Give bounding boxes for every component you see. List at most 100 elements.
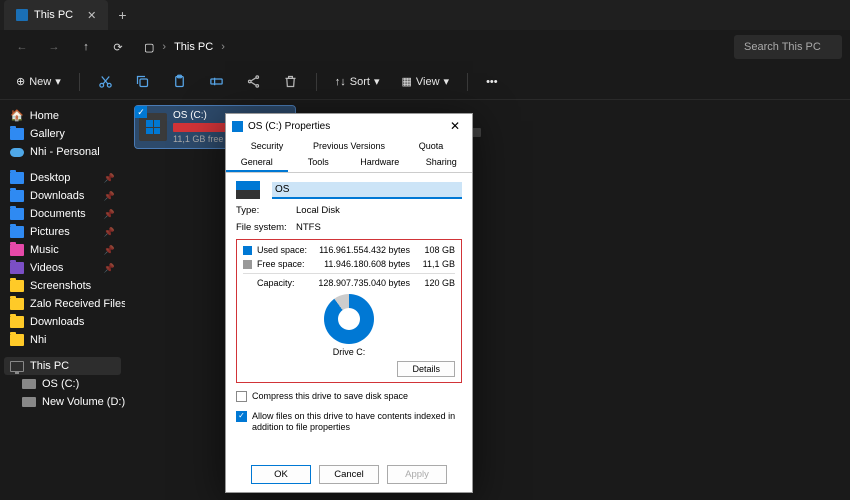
stats-panel: Used space:116.961.554.432 bytes108 GB F… [236, 239, 462, 383]
drive-label: Drive C: [243, 347, 455, 357]
nav-toolbar: ← → ↑ ⟳ ▢ › This PC › Search This PC [0, 30, 850, 64]
capacity-label: Capacity: [257, 278, 312, 288]
sidebar-osc[interactable]: OS (C:) [4, 375, 121, 393]
close-tab-icon[interactable]: ✕ [87, 9, 96, 22]
pin-icon: 📌 [104, 191, 115, 202]
sidebar-pictures[interactable]: Pictures📌 [4, 223, 121, 241]
delete-button[interactable] [277, 70, 304, 93]
dialog-tabs: Security Previous Versions Quota General… [226, 138, 472, 173]
close-button[interactable]: ✕ [444, 117, 466, 135]
gallery-icon [10, 128, 24, 140]
apply-button[interactable]: Apply [387, 465, 447, 484]
search-input[interactable]: Search This PC [734, 35, 842, 59]
used-color-icon [243, 246, 252, 255]
drive-name-input[interactable]: OS [272, 182, 462, 199]
index-option[interactable]: ✓Allow files on this drive to have conte… [236, 411, 462, 434]
details-button[interactable]: Details [397, 361, 455, 377]
pc-icon [10, 361, 24, 372]
folder-icon [10, 244, 24, 256]
tab-hardware[interactable]: Hardware [349, 154, 411, 172]
checkbox-checked-icon[interactable]: ✓ [236, 411, 247, 422]
sidebar-music[interactable]: Music📌 [4, 241, 121, 259]
divider [467, 73, 468, 91]
free-bytes: 11.946.180.608 bytes [317, 259, 410, 269]
free-label: Free space: [257, 259, 312, 269]
cancel-button[interactable]: Cancel [319, 465, 379, 484]
path-segment[interactable]: This PC [174, 41, 213, 53]
free-gb: 11,1 GB [415, 259, 455, 269]
divider [316, 73, 317, 91]
sidebar-desktop[interactable]: Desktop📌 [4, 169, 121, 187]
refresh-button[interactable]: ⟳ [104, 33, 132, 61]
view-menu[interactable]: ▦ View ▾ [395, 71, 455, 92]
free-color-icon [243, 260, 252, 269]
tab-quota[interactable]: Quota [390, 138, 472, 154]
type-label: Type: [236, 205, 296, 216]
folder-icon [10, 208, 24, 220]
drive-icon [232, 121, 243, 132]
type-value: Local Disk [296, 205, 340, 216]
tab-previous-versions[interactable]: Previous Versions [308, 138, 390, 154]
cut-button[interactable] [92, 70, 119, 93]
sidebar-downloads2[interactable]: Downloads [4, 313, 121, 331]
pin-icon: 📌 [104, 209, 115, 220]
sidebar-newvol[interactable]: New Volume (D:) [4, 393, 121, 411]
checkbox-icon[interactable] [236, 391, 247, 402]
back-button[interactable]: ← [8, 33, 36, 61]
sidebar-gallery[interactable]: Gallery [4, 125, 121, 143]
used-gb: 108 GB [415, 245, 455, 255]
pin-icon: 📌 [104, 263, 115, 274]
home-icon: 🏠 [10, 109, 24, 122]
tab-tools[interactable]: Tools [288, 154, 350, 172]
sidebar-zalo[interactable]: Zalo Received Files [4, 295, 121, 313]
sidebar-personal[interactable]: Nhi - Personal [4, 143, 121, 161]
sidebar-documents[interactable]: Documents📌 [4, 205, 121, 223]
folder-icon [10, 172, 24, 184]
used-bytes: 116.961.554.432 bytes [317, 245, 410, 255]
fs-value: NTFS [296, 222, 321, 233]
drive-large-icon [236, 181, 260, 199]
sidebar-downloads[interactable]: Downloads📌 [4, 187, 121, 205]
folder-icon [10, 226, 24, 238]
window-tab[interactable]: This PC ✕ [4, 0, 108, 30]
address-bar[interactable]: ▢ › This PC › [136, 41, 730, 54]
ok-button[interactable]: OK [251, 465, 311, 484]
tab-general[interactable]: General [226, 154, 288, 172]
capacity-gb: 120 GB [415, 278, 455, 288]
new-tab-button[interactable]: + [118, 7, 126, 23]
sidebar: 🏠Home Gallery Nhi - Personal Desktop📌 Do… [0, 100, 125, 500]
folder-icon [10, 190, 24, 202]
dialog-title: OS (C:) Properties [248, 121, 330, 132]
share-button[interactable] [240, 70, 267, 93]
dialog-titlebar[interactable]: OS (C:) Properties ✕ [226, 114, 472, 138]
paste-button[interactable] [166, 70, 193, 93]
folder-icon [10, 280, 24, 292]
dialog-footer: OK Cancel Apply [226, 465, 472, 484]
fs-label: File system: [236, 222, 296, 233]
pc-path-icon: ▢ [144, 41, 154, 54]
tab-security[interactable]: Security [226, 138, 308, 154]
usage-pie-chart [324, 294, 374, 344]
compress-option[interactable]: Compress this drive to save disk space [236, 391, 462, 403]
pc-icon [16, 9, 28, 21]
sidebar-home[interactable]: 🏠Home [4, 106, 121, 125]
copy-button[interactable] [129, 70, 156, 93]
rename-button[interactable] [203, 70, 230, 93]
sidebar-thispc[interactable]: This PC [4, 357, 121, 375]
sort-menu[interactable]: ↑↓ Sort ▾ [329, 71, 386, 92]
sidebar-videos[interactable]: Videos📌 [4, 259, 121, 277]
pin-icon: 📌 [104, 173, 115, 184]
folder-icon [10, 298, 24, 310]
tab-sharing[interactable]: Sharing [411, 154, 473, 172]
drive-icon [22, 379, 36, 389]
forward-button[interactable]: → [40, 33, 68, 61]
sidebar-screenshots[interactable]: Screenshots [4, 277, 121, 295]
titlebar: This PC ✕ + [0, 0, 850, 30]
more-menu[interactable]: ••• [480, 72, 504, 92]
sidebar-nhi[interactable]: Nhi [4, 331, 121, 349]
chevron-right-icon: › [162, 41, 166, 53]
new-menu[interactable]: ⊕ New ▾ [10, 71, 67, 92]
up-button[interactable]: ↑ [72, 33, 100, 61]
folder-icon [10, 334, 24, 346]
folder-icon [10, 316, 24, 328]
